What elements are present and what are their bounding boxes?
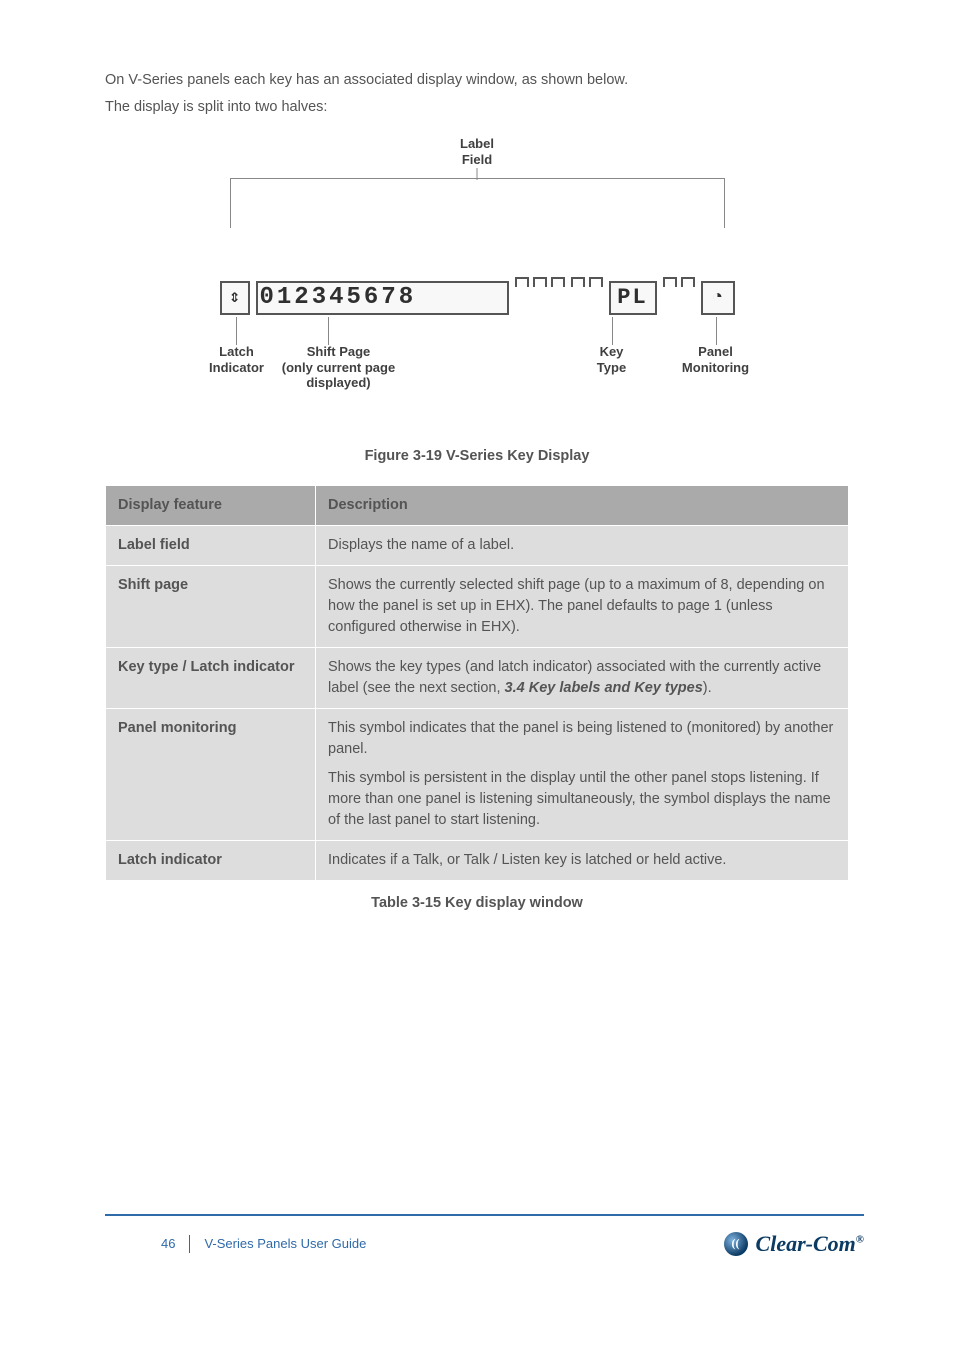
ear-icon: ◔: [712, 285, 723, 311]
brand-mark-icon: ((: [724, 1232, 748, 1256]
keytype-label-line1: Key: [600, 344, 624, 359]
link-key-labels[interactable]: 3.4 Key labels and Key types: [505, 680, 703, 696]
intro-p2: The display is split into two halves:: [105, 97, 849, 118]
shift-tick-4: [571, 277, 585, 287]
desc-pm-p2: This symbol is persistent in the display…: [328, 768, 836, 831]
term-key-type: Key type / Latch indicator: [106, 648, 316, 709]
doc-title: V-Series Panels User Guide: [204, 1235, 366, 1254]
figure-caption: Figure 3-19 V-Series Key Display: [105, 446, 849, 467]
figure-key-display: Label Field ⇕ 012345678 PL: [220, 136, 735, 416]
latch-arrow-icon: ⇕: [229, 285, 240, 311]
term-latch-indicator: Latch indicator: [106, 841, 316, 881]
term-shift-page: Shift page: [106, 566, 316, 648]
latch-label-line2: Indicator: [209, 360, 264, 375]
brand-reg: ®: [856, 1234, 864, 1246]
brand-logo: (( Clear-Com®: [724, 1228, 864, 1260]
display-feature-table: Display feature Description Label field …: [105, 485, 849, 881]
shift-tick-1: [515, 277, 529, 287]
desc-key-type: Shows the key types (and latch indicator…: [316, 648, 849, 709]
shift-tick-3: [551, 277, 565, 287]
shift-label-line3: displayed): [306, 375, 370, 390]
term-label-field: Label field: [106, 526, 316, 566]
latch-indicator-cell: ⇕: [220, 281, 250, 315]
shift-label-line1: Shift Page: [307, 344, 371, 359]
header-display-feature: Display feature: [106, 486, 316, 526]
brand-name: Clear-Com: [756, 1231, 856, 1256]
figure-label-field-line1: Label: [460, 136, 494, 151]
term-panel-monitoring: Panel monitoring: [106, 709, 316, 841]
table-row: Shift page Shows the currently selected …: [106, 566, 849, 648]
key-type-cell: PL: [609, 281, 657, 315]
intro-p1: On V-Series panels each key has an assoc…: [105, 70, 849, 91]
label-field-cell: 012345678: [256, 281, 509, 315]
table-row: Key type / Latch indicator Shows the key…: [106, 648, 849, 709]
desc-latch-indicator: Indicates if a Talk, or Talk / Listen ke…: [316, 841, 849, 881]
table-row: Label field Displays the name of a label…: [106, 526, 849, 566]
desc-panel-monitoring: This symbol indicates that the panel is …: [316, 709, 849, 841]
page-number: 46: [161, 1235, 190, 1254]
shift-label-line2: (only current page: [282, 360, 395, 375]
shift-tick-6: [663, 277, 677, 287]
keytype-label-line2: Type: [597, 360, 626, 375]
table-header-row: Display feature Description: [106, 486, 849, 526]
table-row: Panel monitoring This symbol indicates t…: [106, 709, 849, 841]
desc-label-field: Displays the name of a label.: [316, 526, 849, 566]
mon-label-line1: Panel: [698, 344, 733, 359]
shift-tick-5: [589, 277, 603, 287]
table-caption: Table 3-15 Key display window: [105, 893, 849, 914]
panel-monitoring-cell: ◔: [701, 281, 735, 315]
shift-tick-2: [533, 277, 547, 287]
latch-label-line1: Latch: [219, 344, 254, 359]
figure-label-field-line2: Field: [462, 152, 492, 167]
shift-tick-7: [681, 277, 695, 287]
page-footer: 46 V-Series Panels User Guide (( Clear-C…: [105, 1214, 864, 1260]
mon-label-line2: Monitoring: [682, 360, 749, 375]
desc-key-type-part2: ).: [703, 680, 712, 696]
desc-pm-p1: This symbol indicates that the panel is …: [328, 718, 836, 760]
header-description: Description: [316, 486, 849, 526]
desc-shift-page: Shows the currently selected shift page …: [316, 566, 849, 648]
table-row: Latch indicator Indicates if a Talk, or …: [106, 841, 849, 881]
